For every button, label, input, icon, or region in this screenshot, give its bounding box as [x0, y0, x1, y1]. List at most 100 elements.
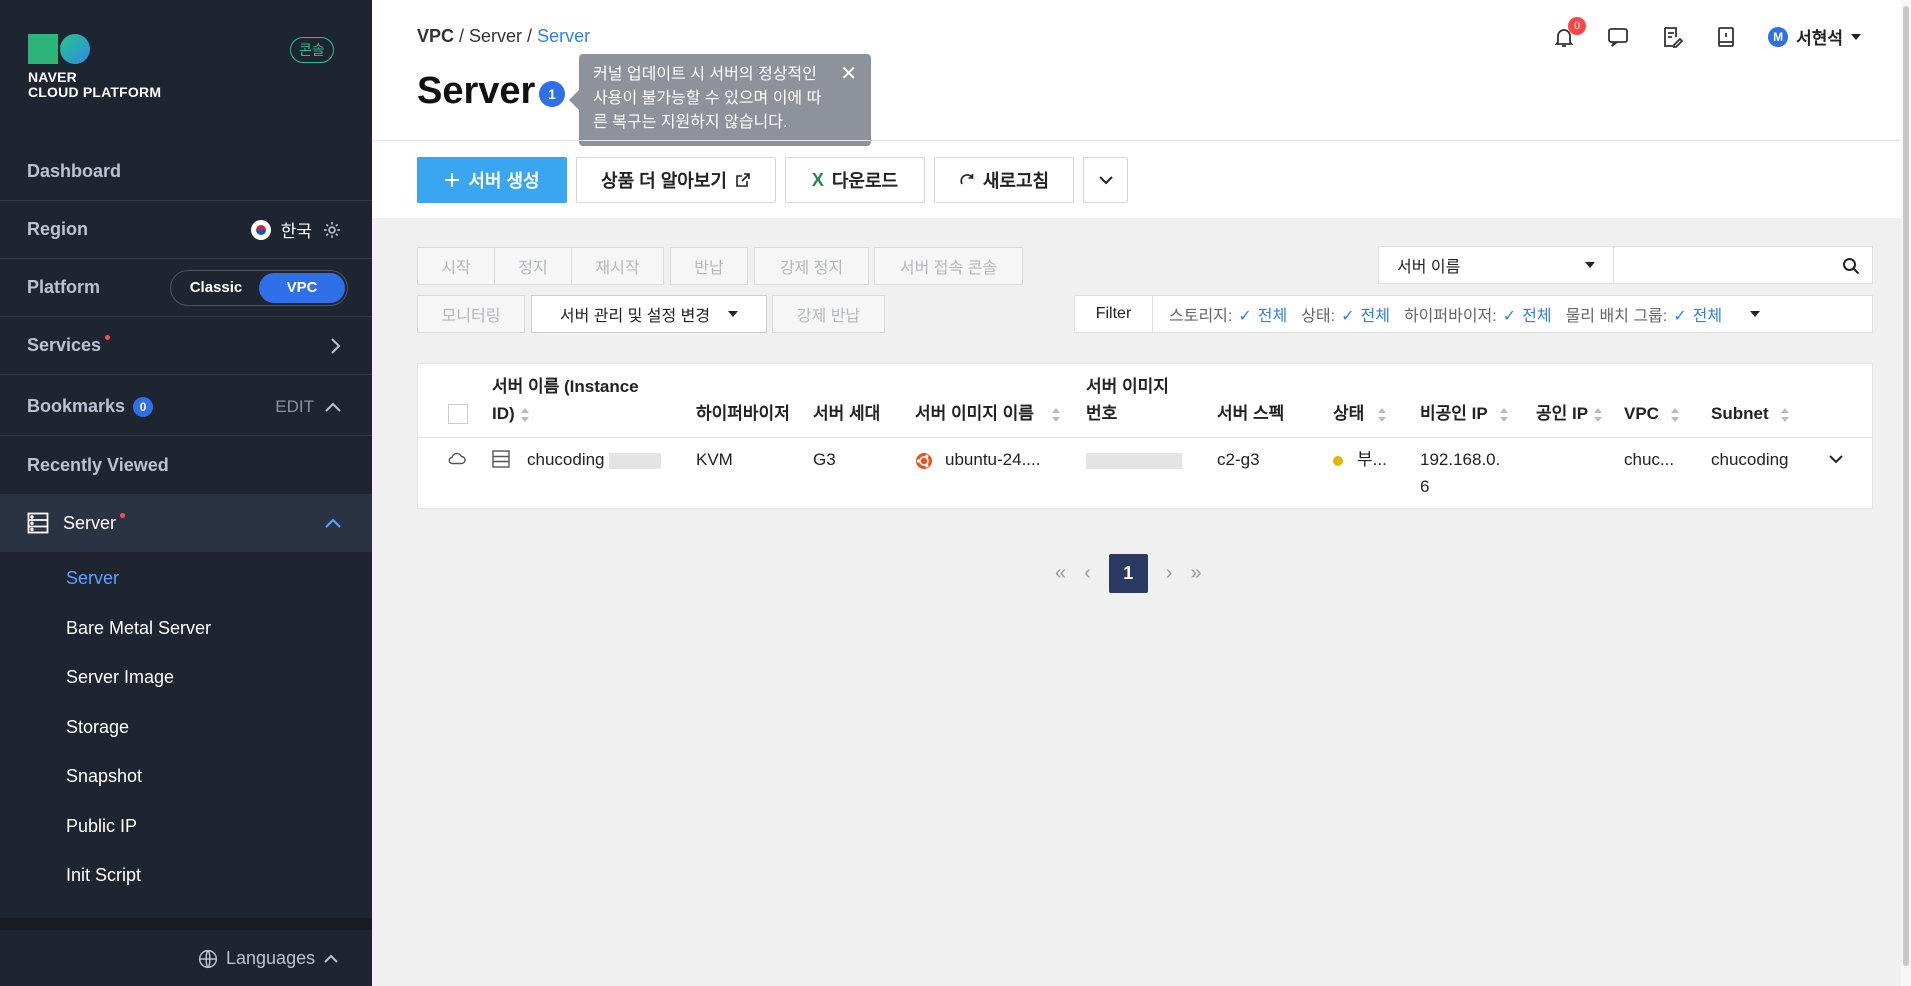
nav-region-label: Region — [27, 219, 88, 239]
col-header-public-ip[interactable]: 공인 IP — [1536, 400, 1603, 427]
sub-item-public-ip[interactable]: Public IP — [66, 816, 137, 837]
sort-icon[interactable] — [1051, 407, 1061, 422]
filter-storage[interactable]: 스토리지: ✓ 전체 — [1169, 302, 1287, 326]
start-button[interactable]: 시작 — [417, 247, 495, 285]
cell-image-name: ubuntu-24.... — [915, 446, 1040, 473]
sort-icon[interactable] — [1594, 407, 1603, 422]
col-header-subnet[interactable]: Subnet — [1711, 400, 1790, 427]
user-menu[interactable]: M 서현석 — [1768, 24, 1861, 49]
nav-services-label: Services — [27, 335, 102, 355]
sort-icon[interactable] — [1378, 407, 1387, 422]
sub-item-bare-metal[interactable]: Bare Metal Server — [66, 618, 211, 639]
prev-page-icon[interactable]: ‹ — [1084, 562, 1091, 585]
sub-item-snapshot[interactable]: Snapshot — [66, 766, 142, 787]
logo-line1: NAVER — [28, 69, 77, 85]
logo-mark — [28, 34, 161, 64]
chevron-up-icon[interactable] — [324, 401, 342, 413]
sort-icon[interactable] — [1670, 407, 1680, 422]
download-button[interactable]: X 다운로드 — [785, 157, 925, 203]
refresh-button[interactable]: 새로고침 — [934, 157, 1074, 203]
stop-button[interactable]: 정지 — [494, 247, 572, 285]
page-current[interactable]: 1 — [1108, 554, 1148, 593]
nav-bookmarks[interactable]: Bookmarks 0 EDIT — [0, 378, 372, 436]
sort-icon[interactable] — [520, 407, 530, 422]
col-header-image-name[interactable]: 서버 이미지 이름 — [915, 400, 1061, 427]
info-count-badge[interactable]: 1 — [539, 81, 565, 107]
monitoring-button[interactable]: 모니터링 — [417, 295, 525, 333]
sub-item-server[interactable]: Server — [66, 568, 119, 589]
bookmarks-edit[interactable]: EDIT — [275, 397, 314, 417]
notification-bell[interactable]: 0 — [1552, 16, 1587, 49]
search-input[interactable] — [1613, 246, 1873, 284]
languages-label: Languages — [226, 948, 316, 968]
manage-settings-dropdown[interactable]: 서버 관리 및 설정 변경 — [531, 295, 767, 333]
notification-count: 0 — [1568, 16, 1587, 35]
crumb-vpc[interactable]: VPC — [417, 26, 454, 46]
restart-button[interactable]: 재시작 — [571, 247, 664, 285]
filter-bar[interactable]: Filter 스토리지: ✓ 전체 상태: ✓ 전체 하이퍼바이저: ✓ 전체 물리 배치 … — [1074, 295, 1873, 333]
col-header-status[interactable]: 상태 — [1333, 400, 1387, 427]
col-header-spec: 서버 스펙 — [1217, 404, 1285, 423]
learn-more-button[interactable]: 상품 더 알아보기 — [576, 157, 776, 203]
last-page-icon[interactable]: » — [1190, 562, 1201, 585]
platform-vpc[interactable]: VPC — [259, 272, 345, 303]
create-server-button[interactable]: 서버 생성 — [417, 157, 567, 203]
naver-cloud-logo[interactable]: NAVER CLOUD PLATFORM — [28, 34, 161, 100]
return-button[interactable]: 반납 — [670, 247, 748, 285]
col-name-l2: ID) — [492, 404, 515, 423]
nav-dashboard[interactable]: Dashboard — [0, 143, 372, 201]
col-header-vpc[interactable]: VPC — [1624, 400, 1680, 427]
force-return-button[interactable]: 강제 반납 — [772, 295, 885, 333]
languages-button[interactable]: Languages — [198, 948, 339, 969]
create-server-label: 서버 생성 — [468, 171, 540, 191]
nav-recently-viewed[interactable]: Recently Viewed — [0, 436, 372, 494]
pagination: « ‹ 1 › » — [1055, 554, 1202, 593]
col-header-private-ip[interactable]: 비공인 IP — [1420, 400, 1509, 427]
edit-note-icon[interactable] — [1660, 25, 1684, 49]
close-icon[interactable]: ✕ — [840, 62, 857, 86]
learn-more-label: 상품 더 알아보기 — [601, 171, 727, 191]
cloud-icon — [448, 452, 466, 465]
console-badge[interactable]: 콘솔 — [290, 37, 334, 63]
caret-down-icon — [1851, 33, 1861, 40]
search-icon[interactable] — [1842, 257, 1860, 275]
tooltip-text: 커널 업데이트 시 서버의 정상적인 사용이 불가능할 수 있으며 이에 따른 … — [593, 66, 822, 131]
nav-recently-label: Recently Viewed — [27, 454, 169, 475]
force-stop-button[interactable]: 강제 정지 — [754, 247, 869, 285]
server-console-button[interactable]: 서버 접속 콘솔 — [874, 247, 1023, 285]
filter-hypervisor[interactable]: 하이퍼바이저: ✓ 전체 — [1404, 302, 1552, 326]
filter-status[interactable]: 상태: ✓ 전체 — [1301, 302, 1390, 326]
next-page-icon[interactable]: › — [1166, 562, 1173, 585]
chat-icon[interactable] — [1606, 25, 1630, 49]
platform-toggle[interactable]: Classic VPC — [170, 269, 348, 306]
caret-down-icon[interactable] — [1750, 311, 1761, 317]
first-page-icon[interactable]: « — [1055, 562, 1066, 585]
plus-icon — [445, 173, 460, 187]
gear-icon[interactable] — [322, 220, 342, 240]
col-header-name[interactable]: 서버 이름 (Instance ID) — [492, 373, 639, 427]
book-icon[interactable] — [1714, 25, 1738, 49]
col-name-l1: 서버 이름 (Instance — [492, 377, 639, 396]
sort-icon[interactable] — [1780, 407, 1790, 422]
platform-classic[interactable]: Classic — [173, 273, 259, 303]
col-status-label: 상태 — [1333, 404, 1365, 423]
sub-item-init-script[interactable]: Init Script — [66, 865, 141, 886]
scrollbar[interactable] — [1901, 0, 1911, 986]
nav-server-group[interactable]: Server — [0, 494, 372, 552]
chevron-down-icon[interactable] — [1828, 454, 1844, 464]
cell-private-ip: 192.168.0. 6 — [1420, 446, 1500, 500]
filter-placement[interactable]: 물리 배치 그룹: ✓ 전체 — [1566, 302, 1723, 326]
external-link-icon — [736, 173, 750, 187]
image-name-value: ubuntu-24.... — [945, 450, 1041, 469]
cell-name[interactable]: chucoding — [527, 446, 662, 473]
select-all-checkbox[interactable] — [448, 404, 468, 424]
chevron-up-icon[interactable] — [324, 517, 342, 529]
sidebar: NAVER CLOUD PLATFORM 콘솔 Dashboard Region … — [0, 0, 372, 986]
sort-icon[interactable] — [1499, 407, 1509, 422]
search-field-select[interactable]: 서버 이름 — [1378, 246, 1614, 284]
sub-item-server-image[interactable]: Server Image — [66, 667, 174, 688]
crumb-server[interactable]: Server — [469, 26, 522, 46]
nav-services[interactable]: Services — [0, 317, 372, 375]
sub-item-storage[interactable]: Storage — [66, 717, 129, 738]
more-dropdown-button[interactable] — [1083, 157, 1128, 203]
